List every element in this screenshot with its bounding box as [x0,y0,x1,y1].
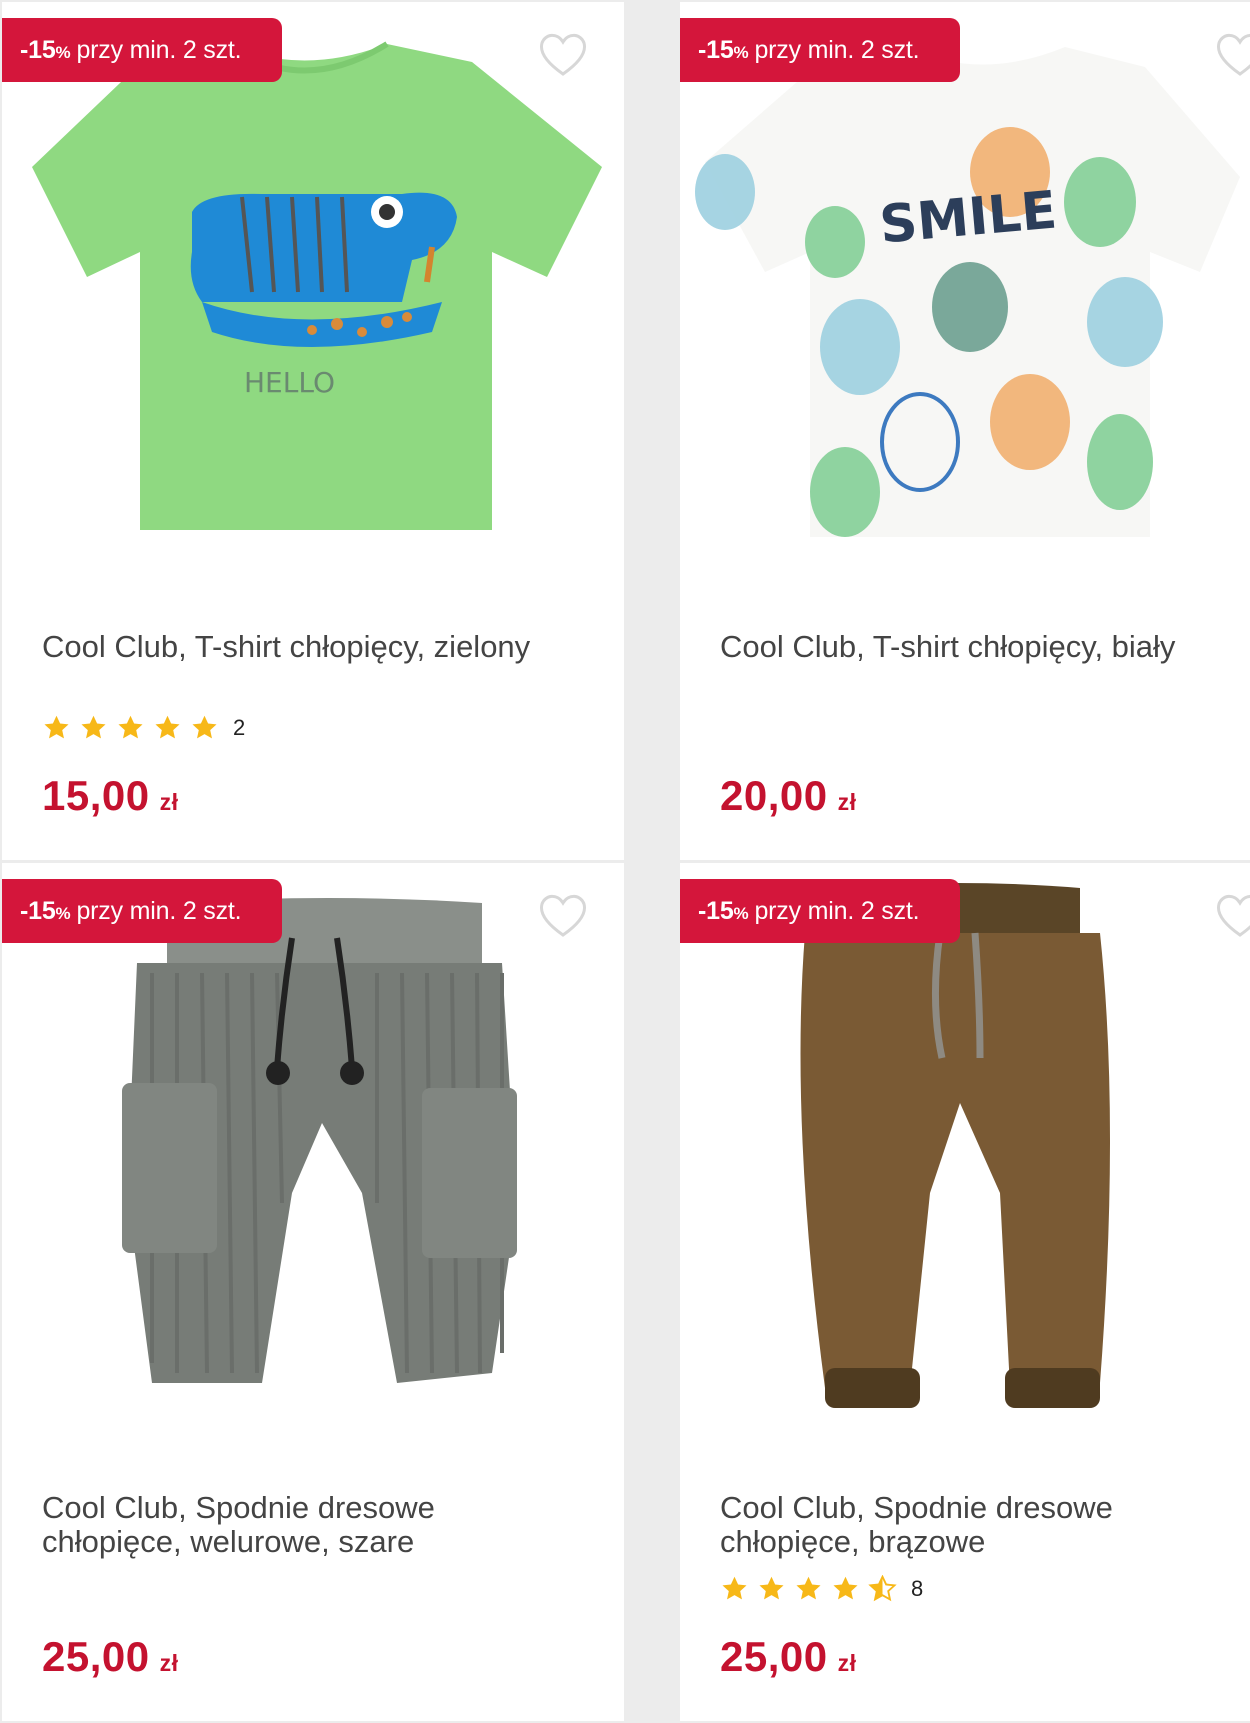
favorite-heart-icon[interactable] [538,893,588,939]
product-card[interactable]: -15% przy min. 2 szt. Cool Club, Spodnie… [680,863,1250,1721]
star-full-icon [833,1576,858,1600]
discount-badge: -15% przy min. 2 szt. [2,18,282,82]
badge-condition: przy min. 2 szt. [754,35,920,64]
badge-percent: -15 [20,35,56,64]
star-full-icon [44,715,69,739]
product-price: 25,00 zł [720,1633,857,1681]
badge-percent: -15 [20,896,56,925]
favorite-heart-icon[interactable] [1215,893,1250,939]
badge-percent-sign: % [733,42,749,62]
badge-percent: -15 [698,35,734,64]
discount-badge: -15% przy min. 2 szt. [680,18,960,82]
product-title-line: chłopięce, brązowe [720,1524,986,1559]
product-title-line: Cool Club, Spodnie dresowe [720,1490,1113,1525]
review-count: 2 [233,715,246,740]
product-rating: 8 [720,1575,923,1603]
product-image[interactable] [2,863,624,1423]
review-count: 8 [911,1576,924,1601]
badge-condition: przy min. 2 szt. [754,896,920,925]
price-value: 25,00 [720,1633,828,1680]
product-rating: 2 [42,714,245,742]
price-currency: zł [159,1650,179,1676]
badge-percent-sign: % [55,903,71,923]
star-full-icon [192,715,217,739]
product-title-line: Cool Club, Spodnie dresowe [42,1490,435,1525]
star-full-icon [118,715,143,739]
product-title[interactable]: Cool Club, Spodnie dresowe chłopięce, br… [720,1491,1250,1559]
badge-percent: -15 [698,896,734,925]
price-currency: zł [159,789,179,815]
price-value: 15,00 [42,772,150,819]
badge-percent-sign: % [55,42,71,62]
product-image[interactable]: HELLO [2,2,624,562]
price-value: 20,00 [720,772,828,819]
product-price: 20,00 zł [720,772,857,820]
product-grid: HELLO -15% przy min. 2 szt. Cool Club, T… [0,0,1250,1723]
discount-badge: -15% przy min. 2 szt. [2,879,282,943]
product-title[interactable]: Cool Club, T-shirt chłopięcy, biały [720,630,1250,664]
product-image[interactable] [680,863,1250,1423]
discount-badge: -15% przy min. 2 szt. [680,879,960,943]
product-card[interactable]: HELLO -15% przy min. 2 szt. Cool Club, T… [2,2,624,860]
badge-condition: przy min. 2 szt. [76,35,242,64]
star-full-icon [155,715,180,739]
price-currency: zł [837,789,857,815]
star-half-icon [868,1575,897,1602]
product-card[interactable]: SMILE -15% przy min. 2 szt. Cool Club, T… [680,2,1250,860]
star-full-icon [759,1576,784,1600]
star-full-icon [81,715,106,739]
product-title-line: chłopięce, welurowe, szare [42,1524,415,1559]
product-price: 15,00 zł [42,772,179,820]
price-value: 25,00 [42,1633,150,1680]
star-full-icon [722,1576,747,1600]
badge-condition: przy min. 2 szt. [76,896,242,925]
tshirt-print-text: HELLO [244,366,335,399]
product-title[interactable]: Cool Club, Spodnie dresowe chłopięce, we… [42,1491,572,1559]
star-full-icon [796,1576,821,1600]
product-price: 25,00 zł [42,1633,179,1681]
badge-percent-sign: % [733,903,749,923]
product-title[interactable]: Cool Club, T-shirt chłopięcy, zielony [42,630,572,664]
price-currency: zł [837,1650,857,1676]
favorite-heart-icon[interactable] [538,32,588,78]
product-image[interactable]: SMILE [680,2,1250,562]
product-card[interactable]: -15% przy min. 2 szt. Cool Club, Spodnie… [2,863,624,1721]
favorite-heart-icon[interactable] [1215,32,1250,78]
